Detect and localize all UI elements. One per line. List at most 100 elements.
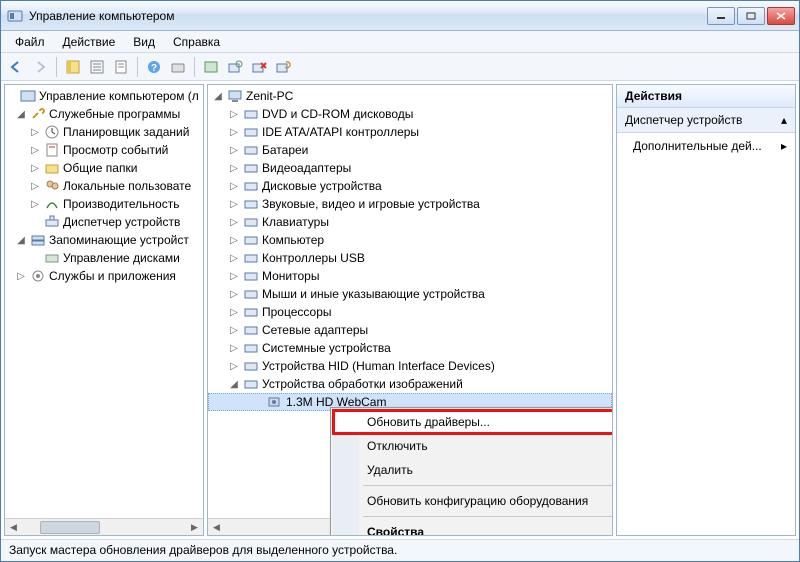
export-list-button[interactable] xyxy=(110,56,132,78)
actions-section[interactable]: Диспетчер устройств ▴ xyxy=(617,108,795,133)
tree-item[interactable]: Планировщик заданий xyxy=(63,125,189,139)
expand-icon[interactable]: ▷ xyxy=(228,217,240,228)
device-category[interactable]: ▷Системные устройства xyxy=(208,339,612,357)
tree-item[interactable]: Управление дисками xyxy=(63,251,180,265)
expand-icon[interactable]: ▷ xyxy=(228,181,240,192)
device-category[interactable]: ▷Батареи xyxy=(208,141,612,159)
tools-icon xyxy=(30,106,46,122)
device-category-icon xyxy=(243,124,259,140)
device-category-label: Устройства HID (Human Interface Devices) xyxy=(262,359,495,373)
actions-more[interactable]: Дополнительные дей... ▸ xyxy=(617,133,795,159)
device-category-icon xyxy=(243,106,259,122)
tree-group[interactable]: Служебные программы xyxy=(49,107,180,121)
tree-group[interactable]: Запоминающие устройст xyxy=(49,233,189,247)
toolbar-btn[interactable] xyxy=(200,56,222,78)
services-icon xyxy=(30,268,46,284)
device-category[interactable]: ▷Мыши и иные указывающие устройства xyxy=(208,285,612,303)
expand-icon[interactable]: ▷ xyxy=(29,163,41,174)
actions-header: Действия xyxy=(617,85,795,108)
device-category-label: Дисковые устройства xyxy=(262,179,382,193)
device-category[interactable]: ▷Компьютер xyxy=(208,231,612,249)
expand-icon[interactable]: ▷ xyxy=(228,343,240,354)
ctx-properties[interactable]: Свойства xyxy=(333,520,613,536)
expand-icon[interactable]: ▷ xyxy=(228,109,240,120)
collapse-icon[interactable]: ◢ xyxy=(212,91,224,102)
expand-icon[interactable]: ▷ xyxy=(15,271,27,282)
expand-icon[interactable]: ▷ xyxy=(29,199,41,210)
menu-view[interactable]: Вид xyxy=(125,33,163,51)
toolbar-btn[interactable] xyxy=(272,56,294,78)
device-category-icon xyxy=(243,160,259,176)
tree-item[interactable]: Общие папки xyxy=(63,161,137,175)
uninstall-button[interactable] xyxy=(248,56,270,78)
expand-icon[interactable]: ▷ xyxy=(228,307,240,318)
chevron-right-icon: ▸ xyxy=(781,139,787,153)
device-category[interactable]: ▷Клавиатуры xyxy=(208,213,612,231)
device-category[interactable]: ▷Видеоадаптеры xyxy=(208,159,612,177)
ctx-disable[interactable]: Отключить xyxy=(333,434,613,458)
actions-section-label: Диспетчер устройств xyxy=(625,113,742,127)
expand-icon[interactable]: ▷ xyxy=(29,145,41,156)
scroll-left-arrow[interactable]: ◀ xyxy=(5,519,22,536)
device-category[interactable]: ▷Сетевые адаптеры xyxy=(208,321,612,339)
device-category-icon xyxy=(243,376,259,392)
expand-icon[interactable]: ▷ xyxy=(29,127,41,138)
console-tree[interactable]: Управление компьютером (л ◢ Служебные про… xyxy=(5,85,203,518)
help-button[interactable]: ? xyxy=(143,56,165,78)
menu-help[interactable]: Справка xyxy=(165,33,228,51)
tree-item[interactable]: Просмотр событий xyxy=(63,143,168,157)
expand-icon[interactable]: ▷ xyxy=(228,289,240,300)
scroll-right-arrow[interactable]: ▶ xyxy=(186,519,203,536)
scroll-thumb[interactable] xyxy=(40,521,100,534)
tree-item[interactable]: Локальные пользовате xyxy=(63,179,191,193)
menu-action[interactable]: Действие xyxy=(55,33,124,51)
device-category[interactable]: ▷ Устройства HID (Human Interface Devices… xyxy=(208,357,612,375)
users-icon xyxy=(44,178,60,194)
expand-icon[interactable]: ▷ xyxy=(228,325,240,336)
close-button[interactable] xyxy=(767,7,795,25)
expand-icon[interactable]: ▷ xyxy=(228,127,240,138)
device-category[interactable]: ▷Контроллеры USB xyxy=(208,249,612,267)
tree-item[interactable]: Производительность xyxy=(63,197,179,211)
minimize-button[interactable] xyxy=(707,7,735,25)
toolbar-btn[interactable] xyxy=(167,56,189,78)
device-category[interactable]: ▷Мониторы xyxy=(208,267,612,285)
scroll-left-arrow[interactable]: ◀ xyxy=(208,519,225,536)
tree-root[interactable]: Zenit-PC xyxy=(246,89,293,103)
toolbar-separator xyxy=(137,57,138,77)
ctx-delete[interactable]: Удалить xyxy=(333,458,613,482)
device-category[interactable]: ▷ Дисковые устройства xyxy=(208,177,612,195)
scheduler-icon xyxy=(44,124,60,140)
expand-icon[interactable]: ▷ xyxy=(228,361,240,372)
tree-group[interactable]: Службы и приложения xyxy=(49,269,176,283)
device-category[interactable]: ▷IDE ATA/ATAPI контроллеры xyxy=(208,123,612,141)
ctx-refresh-config[interactable]: Обновить конфигурацию оборудования xyxy=(333,489,613,513)
horizontal-scrollbar[interactable]: ◀ ▶ xyxy=(5,518,203,535)
maximize-button[interactable] xyxy=(737,7,765,25)
device-category[interactable]: ◢Устройства обработки изображений xyxy=(208,375,612,393)
tree-root[interactable]: Управление компьютером (л xyxy=(39,89,199,103)
nav-back-button[interactable] xyxy=(5,56,27,78)
expand-icon[interactable]: ▷ xyxy=(228,271,240,282)
properties-button[interactable] xyxy=(86,56,108,78)
ctx-update-drivers[interactable]: Обновить драйверы... xyxy=(333,410,613,434)
menu-file[interactable]: Файл xyxy=(7,33,53,51)
actions-pane: Действия Диспетчер устройств ▴ Дополните… xyxy=(616,84,796,536)
collapse-icon[interactable]: ◢ xyxy=(15,109,27,120)
collapse-icon[interactable]: ◢ xyxy=(15,235,27,246)
expand-icon[interactable]: ▷ xyxy=(228,199,240,210)
expand-icon[interactable]: ▷ xyxy=(228,145,240,156)
tree-item[interactable]: Диспетчер устройств xyxy=(63,215,180,229)
scan-hardware-button[interactable] xyxy=(224,56,246,78)
expand-icon[interactable]: ▷ xyxy=(29,181,41,192)
show-hide-tree-button[interactable] xyxy=(62,56,84,78)
device-category[interactable]: ▷Звуковые, видео и игровые устройства xyxy=(208,195,612,213)
nav-forward-button[interactable] xyxy=(29,56,51,78)
expand-icon[interactable]: ▷ xyxy=(228,163,240,174)
device-category[interactable]: ▷Процессоры xyxy=(208,303,612,321)
device-category[interactable]: ▷DVD и CD-ROM дисководы xyxy=(208,105,612,123)
expand-icon[interactable]: ▷ xyxy=(228,253,240,264)
expand-icon[interactable]: ▷ xyxy=(228,235,240,246)
device-category-icon xyxy=(243,268,259,284)
collapse-icon[interactable]: ◢ xyxy=(228,379,240,390)
